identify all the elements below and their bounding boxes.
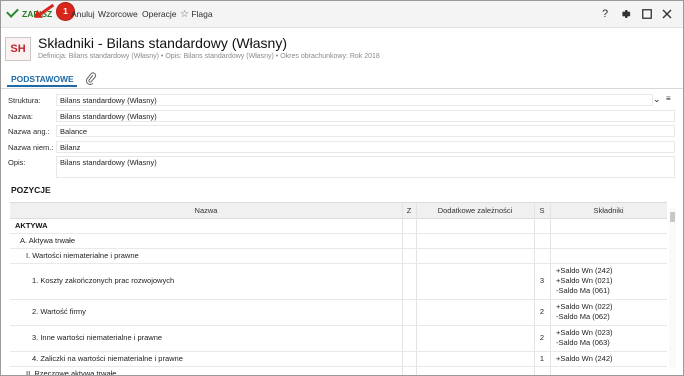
help-icon: ? <box>601 8 609 20</box>
settings-button[interactable] <box>618 6 634 22</box>
page-subtitle: Definicja: Bilans standardowy (Własny) •… <box>38 53 380 60</box>
table-row[interactable]: 2. Wartość firmy 2 +Saldo Wn (022) -Saldo M… <box>10 299 667 326</box>
vertical-scrollbar[interactable] <box>669 208 676 368</box>
section-title: POZYCJE <box>11 185 51 195</box>
row-name: AKTYWA <box>15 220 48 230</box>
toolbar: ZAPISZ 1 Anuluj Wzorcowe Operacje ☆ Flag… <box>1 1 683 28</box>
gear-icon <box>622 10 631 18</box>
table-row[interactable]: I. Wartości niematerialne i prawne <box>10 248 667 264</box>
component-item: -Saldo Ma (061) <box>556 286 610 295</box>
check-icon <box>6 5 19 18</box>
row-name: I. Wartości niematerialne i prawne <box>26 250 139 260</box>
col-header-dependencies[interactable]: Dodatkowe zależności <box>416 206 534 215</box>
tab-active-indicator <box>7 85 77 87</box>
row-name: II. Rzeczowe aktywa trwałe <box>26 368 117 376</box>
component-item: +Saldo Wn (242) <box>556 354 613 363</box>
row-components: +Saldo Wn (242) <box>556 354 613 364</box>
col-header-z[interactable]: Z <box>402 206 416 215</box>
col-header-name[interactable]: Nazwa <box>10 206 402 215</box>
table-row[interactable]: A. Aktywa trwałe <box>10 233 667 249</box>
name-en-input[interactable]: Balance <box>56 125 675 137</box>
attachment-icon[interactable] <box>85 72 97 85</box>
name-de-input[interactable]: Bilanz <box>56 141 675 153</box>
structure-select[interactable]: Bilans standardowy (Własny) <box>56 94 653 106</box>
page-title: Składniki - Bilans standardowy (Własny) <box>38 35 287 51</box>
table-header: Nazwa Z Dodatkowe zależności S Składniki <box>10 202 667 219</box>
component-item: +Saldo Wn (242) <box>556 266 613 275</box>
operations-button[interactable]: Operacje <box>142 8 177 20</box>
row-s-count: 2 <box>539 307 545 316</box>
name-input[interactable]: Bilans standardowy (Własny) <box>56 110 675 122</box>
maximize-button[interactable] <box>639 6 655 22</box>
component-item: +Saldo Wn (023) <box>556 328 613 337</box>
desc-textarea[interactable]: Bilans standardowy (Własny) <box>56 156 675 178</box>
module-logo: SH <box>5 37 31 61</box>
templates-button[interactable]: Wzorcowe <box>98 8 138 20</box>
help-button[interactable]: ? <box>597 6 613 22</box>
row-s-count: 1 <box>539 353 545 363</box>
star-icon: ☆ <box>180 9 189 20</box>
table-row[interactable]: 3. Inne wartości niematerialne i prawne 2… <box>10 325 667 352</box>
row-name: 3. Inne wartości niematerialne i prawne <box>32 333 163 342</box>
row-components: +Saldo Wn (022) -Saldo Ma (062) <box>556 302 613 322</box>
row-s-count: 2 <box>539 333 545 342</box>
name-en-label: Nazwa ang.: <box>8 127 50 136</box>
cancel-button[interactable]: Anuluj <box>71 8 95 20</box>
chevron-down-icon[interactable]: ⌄ <box>653 94 661 105</box>
row-components: +Saldo Wn (242) +Saldo Wn (021) -Saldo Ma … <box>556 266 613 296</box>
close-button[interactable] <box>659 6 675 22</box>
component-item: -Saldo Ma (062) <box>556 312 610 321</box>
structure-value: Bilans standardowy (Własny) <box>60 96 157 105</box>
table-row[interactable]: 4. Zaliczki na wartości niematerialne i … <box>10 351 667 367</box>
component-item: -Saldo Ma (063) <box>556 338 610 347</box>
row-name: 2. Wartość firmy <box>32 307 86 316</box>
structure-label: Struktura: <box>8 96 41 105</box>
menu-icon[interactable]: ≡ <box>666 94 671 103</box>
table-row[interactable]: AKTYWA <box>10 218 667 234</box>
col-header-components[interactable]: Składniki <box>550 206 667 215</box>
table-row[interactable]: II. Rzeczowe aktywa trwałe <box>10 366 667 376</box>
row-s-count: 3 <box>539 276 545 285</box>
desc-label: Opis: <box>8 158 26 167</box>
tab-bar: PODSTAWOWE <box>1 70 683 89</box>
name-de-label: Nazwa niem.: <box>8 143 54 152</box>
flag-button[interactable]: ☆ Flaga <box>180 8 213 20</box>
component-item: +Saldo Wn (022) <box>556 302 613 311</box>
scrollbar-thumb[interactable] <box>670 212 675 222</box>
maximize-icon <box>642 9 652 19</box>
table-row[interactable]: 1. Koszty zakończonych prac rozwojowych 3… <box>10 263 667 300</box>
tab-podstawowe[interactable]: PODSTAWOWE <box>11 74 74 84</box>
row-name: A. Aktywa trwałe <box>20 235 76 245</box>
row-name: 1. Koszty zakończonych prac rozwojowych <box>32 276 175 285</box>
col-header-s[interactable]: S <box>534 206 550 215</box>
window: ZAPISZ 1 Anuluj Wzorcowe Operacje ☆ Flag… <box>0 0 684 376</box>
positions-table: Nazwa Z Dodatkowe zależności S Składniki… <box>10 202 667 375</box>
close-icon <box>662 9 672 19</box>
row-components: +Saldo Wn (023) -Saldo Ma (063) <box>556 328 613 348</box>
row-name: 4. Zaliczki na wartości niematerialne i … <box>32 353 183 363</box>
component-item: +Saldo Wn (021) <box>556 276 613 285</box>
name-label: Nazwa: <box>8 112 34 121</box>
flag-label: Flaga <box>191 9 213 19</box>
